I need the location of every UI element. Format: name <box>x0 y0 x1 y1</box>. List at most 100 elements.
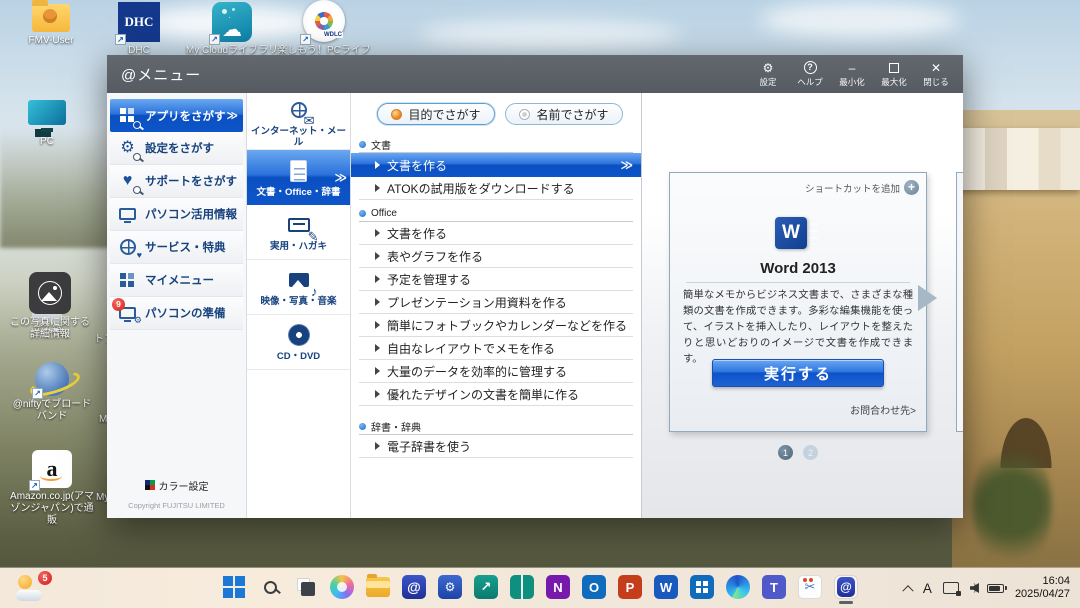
atmenu-active-taskbar-button[interactable]: @ <box>834 575 858 599</box>
minimize-button[interactable]: – 最小化 <box>831 58 873 91</box>
screen: FMV-User DHC ↗ DHC ☁ ↗ My Cloudライブラリ WDL… <box>0 0 1080 608</box>
folder-icon <box>32 4 70 32</box>
menu-item[interactable]: 優れたデザインの文書を簡単に作る <box>359 383 633 406</box>
contact-link[interactable]: お問合わせ先> <box>850 402 916 417</box>
item-arrow-icon <box>375 344 380 352</box>
sidebar-item-my-menu[interactable]: マイメニュー <box>110 264 243 297</box>
desktop-icon-label: @niftyでブロードバンド <box>8 399 96 423</box>
word-button[interactable]: W <box>654 575 678 599</box>
settings-search-icon: ⚙ <box>115 137 140 159</box>
sidebar-item-pc-info[interactable]: パソコン活用情報 <box>110 198 243 231</box>
shortcut-arrow-icon: ↗ <box>115 34 126 45</box>
word-logo-icon: W <box>670 215 926 251</box>
volume-icon[interactable] <box>970 583 976 593</box>
category-cd-dvd[interactable]: CD・DVD <box>247 315 350 370</box>
sidebar-item-find-apps[interactable]: アプリをさがす ≫ <box>110 99 243 132</box>
desktop-icon-fmv-user[interactable]: FMV-User <box>12 4 90 47</box>
color-setting-button[interactable]: カラー設定 <box>145 478 209 493</box>
sun-icon <box>18 575 32 589</box>
section-dot-icon <box>359 210 366 217</box>
sidebar-item-find-settings[interactable]: ⚙ 設定をさがす <box>110 132 243 165</box>
taskbar: 5 @ ⚙ ↗ N O P W T ✂ @ A <box>0 568 1080 608</box>
desktop-icon-pc[interactable]: PC <box>8 100 86 148</box>
clock[interactable]: 16:04 2025/04/27 <box>1015 575 1070 601</box>
titlebar[interactable]: @メニュー ⚙ 設定 ? ヘルプ – 最小化 最大化 <box>107 55 963 93</box>
microsoft-store-button[interactable] <box>690 575 714 599</box>
menu-item-atok-trial[interactable]: ATOKの試用版をダウンロードする <box>359 177 633 200</box>
category-document-office[interactable]: 文書・Office・辞書 ≫ <box>247 150 350 205</box>
disc-icon <box>288 322 310 348</box>
section-header-office: Office <box>359 205 633 222</box>
tab-search-by-purpose[interactable]: 目的でさがす <box>377 103 495 125</box>
sidebar-item-find-support[interactable]: ♥ サポートをさがす <box>110 165 243 198</box>
page-dot-2[interactable]: 2 <box>803 445 818 460</box>
file-explorer-button[interactable] <box>366 577 390 597</box>
battery-icon[interactable] <box>987 584 1004 593</box>
page-dot-1[interactable]: 1 <box>778 445 793 460</box>
outlook-button[interactable]: O <box>582 575 606 599</box>
menu-item[interactable]: 自由なレイアウトでメモを作る <box>359 337 633 360</box>
wdlc-icon: WDLC ↗ <box>303 0 345 42</box>
copilot-button[interactable] <box>330 575 354 599</box>
desktop-icon-mycloud-library[interactable]: ☁ ↗ My Cloudライブラリ <box>184 2 280 57</box>
category-internet-mail[interactable]: ✉ インターネット・メール <box>247 95 350 150</box>
section-header-dictionary: 辞書・辞典 <box>359 418 633 435</box>
desktop-icon-photo-details[interactable]: この写真に関する詳細情報 <box>8 272 92 341</box>
menu-item[interactable]: 大量のデータを効率的に管理する <box>359 360 633 383</box>
notification-badge: 9 <box>112 298 125 311</box>
teams-button[interactable]: T <box>762 575 786 599</box>
menu-item-create-document[interactable]: 文書を作る ≫ <box>351 153 641 177</box>
help-button[interactable]: ? ヘルプ <box>789 58 831 91</box>
desktop-icon-label: この写真に関する詳細情報 <box>8 317 92 341</box>
photo-icon <box>29 272 71 314</box>
sidebar-item-services[interactable]: ♥ サービス・特典 <box>110 231 243 264</box>
next-card-arrow[interactable] <box>918 285 937 311</box>
tab-search-by-name[interactable]: 名前でさがす <box>505 103 623 125</box>
sidebar: アプリをさがす ≫ ⚙ 設定をさがす ♥ サポートをさがす パソコン活用情報 ♥ <box>107 93 247 518</box>
display-cast-icon[interactable] <box>943 582 959 594</box>
atmenu-window: @メニュー ⚙ 設定 ? ヘルプ – 最小化 最大化 <box>107 55 963 518</box>
settings-button[interactable]: ⚙ 設定 <box>747 58 789 91</box>
category-video-photo-music[interactable]: ♪ 映像・写真・音楽 <box>247 260 350 315</box>
add-shortcut-button[interactable]: ショートカットを追加 + <box>805 180 919 195</box>
snipping-tool-button[interactable]: ✂ <box>798 575 822 599</box>
item-arrow-icon <box>375 390 380 398</box>
pc-info-icon <box>115 203 140 225</box>
mycloud-taskbar-icon[interactable]: ↗ <box>474 575 498 599</box>
search-button[interactable] <box>258 575 282 599</box>
desktop-icon-dhc[interactable]: DHC ↗ DHC <box>100 2 178 57</box>
ime-indicator[interactable]: A <box>923 581 932 596</box>
atmenu-taskbar-icon[interactable]: @ <box>402 575 426 599</box>
edge-button[interactable] <box>726 575 750 599</box>
radio-on-icon <box>391 109 402 120</box>
desktop-icon-wdlc[interactable]: WDLC ↗ 楽しもう！PCライフ <box>276 0 372 57</box>
desktop-icon-nifty[interactable]: ↗ @niftyでブロードバンド <box>8 362 96 423</box>
menu-item[interactable]: 予定を管理する <box>359 268 633 291</box>
fmv-setup-taskbar-icon[interactable]: ⚙ <box>438 575 462 599</box>
maximize-button[interactable]: 最大化 <box>873 58 915 91</box>
next-app-card-partial <box>956 172 963 432</box>
menu-item[interactable]: プレゼンテーション用資料を作る <box>359 291 633 314</box>
menu-item[interactable]: 簡単にフォトブックやカレンダーなどを作る <box>359 314 633 337</box>
cloud-icon: ☁ ↗ <box>212 2 252 42</box>
item-arrow-icon <box>375 161 380 169</box>
close-icon: ✕ <box>931 61 941 75</box>
menu-item[interactable]: 表やグラフを作る <box>359 245 633 268</box>
split-view-app-icon[interactable] <box>510 575 534 599</box>
menu-item-e-dictionary[interactable]: 電子辞書を使う <box>359 435 633 458</box>
close-button[interactable]: ✕ 閉じる <box>915 58 957 91</box>
widgets-button[interactable]: 5 <box>16 573 58 603</box>
powerpoint-button[interactable]: P <box>618 575 642 599</box>
tray-overflow-chevron-icon[interactable] <box>902 585 913 596</box>
item-arrow-icon <box>375 321 380 329</box>
category-practical-postcard[interactable]: ✎ 実用・ハガキ <box>247 205 350 260</box>
task-view-button[interactable] <box>294 575 318 599</box>
start-button[interactable] <box>222 575 246 599</box>
sidebar-item-pc-setup[interactable]: ⚙ 9 パソコンの準備 <box>110 297 243 330</box>
app-description: 簡単なメモからビジネス文書まで、さまざまな種類の文書を作成できます。多彩な編集機… <box>683 288 913 368</box>
desktop-icon-amazon[interactable]: a ↗ Amazon.co.jp(アマゾンジャパン)で通販 <box>6 450 98 527</box>
item-arrow-icon <box>375 184 380 192</box>
onenote-button[interactable]: N <box>546 575 570 599</box>
menu-item[interactable]: 文書を作る <box>359 222 633 245</box>
run-button[interactable]: 実行する <box>712 359 884 387</box>
